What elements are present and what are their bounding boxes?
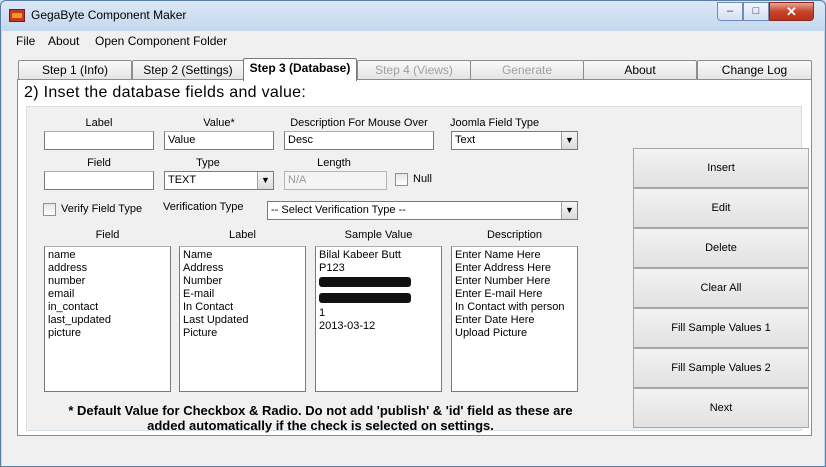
app-logo-icon bbox=[9, 9, 25, 22]
verify-field-type-label: Verify Field Type bbox=[61, 203, 143, 215]
redacted-value bbox=[319, 293, 411, 303]
database-tab-panel: 2) Inset the database fields and value: … bbox=[17, 79, 812, 436]
value-field-label: Value* bbox=[203, 117, 235, 129]
verification-type-select[interactable]: -- Select Verification Type -- ▼ bbox=[267, 201, 578, 220]
note-line-2: added automatically if the check is sele… bbox=[147, 418, 494, 433]
dropdown-arrow-icon: ▼ bbox=[257, 172, 273, 189]
list-item[interactable]: Last Updated bbox=[183, 314, 302, 327]
title-bar[interactable]: GegaByte Component Maker – □ ✕ bbox=[1, 1, 825, 31]
list-item[interactable]: E-mail bbox=[183, 288, 302, 301]
list-item[interactable]: Enter Name Here bbox=[455, 249, 574, 262]
page-title: 2) Inset the database fields and value: bbox=[24, 84, 307, 101]
joomla-field-type-value: Text bbox=[455, 134, 476, 146]
list-item[interactable]: Picture bbox=[183, 327, 302, 340]
description-list-header: Description bbox=[486, 229, 543, 241]
label-input[interactable] bbox=[44, 131, 154, 150]
menu-about[interactable]: About bbox=[48, 34, 79, 48]
minimize-icon: – bbox=[726, 5, 734, 17]
value-input[interactable]: Value bbox=[164, 131, 274, 150]
list-item[interactable]: In Contact with person bbox=[455, 301, 574, 314]
menu-file[interactable]: File bbox=[16, 34, 35, 48]
list-item[interactable] bbox=[319, 275, 438, 291]
joomla-field-type-label: Joomla Field Type bbox=[450, 117, 540, 129]
sample-list-header: Sample Value bbox=[344, 229, 413, 241]
type-select[interactable]: TEXT ▼ bbox=[164, 171, 274, 190]
label-field-label: Label bbox=[85, 117, 113, 129]
list-item[interactable]: P123 bbox=[319, 262, 438, 275]
insert-button[interactable]: Insert bbox=[633, 148, 809, 188]
maximize-icon: □ bbox=[752, 5, 760, 17]
list-item[interactable]: Enter Number Here bbox=[455, 275, 574, 288]
list-item[interactable]: Enter Address Here bbox=[455, 262, 574, 275]
next-button[interactable]: Next bbox=[633, 388, 809, 428]
minimize-button[interactable]: – bbox=[717, 2, 743, 21]
close-button[interactable]: ✕ bbox=[769, 2, 814, 21]
verify-field-type-checkbox[interactable] bbox=[43, 203, 56, 216]
label-listbox[interactable]: Name Address Number E-mail In Contact La… bbox=[179, 246, 306, 392]
list-item[interactable] bbox=[319, 291, 438, 307]
tab-change-log[interactable]: Change Log bbox=[697, 60, 812, 79]
list-item[interactable]: email bbox=[48, 288, 167, 301]
fill-sample-values-2-button[interactable]: Fill Sample Values 2 bbox=[633, 348, 809, 388]
settings-note: * Default Value for Checkbox & Radio. Do… bbox=[33, 403, 608, 433]
sample-value-listbox[interactable]: Bilal Kabeer Butt P123 1 2013-03-12 bbox=[315, 246, 442, 392]
label-list-header: Label bbox=[229, 229, 256, 241]
list-item[interactable]: number bbox=[48, 275, 167, 288]
list-item[interactable]: Enter E-mail Here bbox=[455, 288, 574, 301]
description-input[interactable]: Desc bbox=[284, 131, 434, 150]
fill-sample-values-1-button[interactable]: Fill Sample Values 1 bbox=[633, 308, 809, 348]
delete-button[interactable]: Delete bbox=[633, 228, 809, 268]
list-item[interactable]: Upload Picture bbox=[455, 327, 574, 340]
length-label: Length bbox=[317, 157, 351, 169]
tab-step1-info[interactable]: Step 1 (Info) bbox=[18, 60, 132, 79]
field-list-header: Field bbox=[95, 229, 120, 241]
list-item[interactable]: Address bbox=[183, 262, 302, 275]
edit-button[interactable]: Edit bbox=[633, 188, 809, 228]
list-item[interactable]: address bbox=[48, 262, 167, 275]
tab-step3-database[interactable]: Step 3 (Database) bbox=[243, 58, 357, 81]
list-item[interactable]: 1 bbox=[319, 307, 438, 320]
description-listbox[interactable]: Enter Name Here Enter Address Here Enter… bbox=[451, 246, 578, 392]
length-input[interactable]: N/A bbox=[284, 171, 387, 190]
window-title: GegaByte Component Maker bbox=[31, 8, 187, 22]
list-item[interactable]: last_updated bbox=[48, 314, 167, 327]
verification-type-label: Verification Type bbox=[163, 201, 244, 213]
clear-all-button[interactable]: Clear All bbox=[633, 268, 809, 308]
tab-step2-settings[interactable]: Step 2 (Settings) bbox=[132, 60, 244, 79]
list-item[interactable]: Number bbox=[183, 275, 302, 288]
field-name-label: Field bbox=[87, 157, 111, 169]
type-value: TEXT bbox=[168, 174, 197, 186]
tab-generate[interactable]: Generate bbox=[470, 60, 584, 79]
tab-step4-views[interactable]: Step 4 (Views) bbox=[357, 60, 471, 79]
field-listbox[interactable]: name address number email in_contact las… bbox=[44, 246, 171, 392]
dropdown-arrow-icon: ▼ bbox=[561, 132, 577, 149]
field-name-input[interactable] bbox=[44, 171, 154, 190]
client-area: Step 1 (Info) Step 2 (Settings) Step 3 (… bbox=[2, 51, 824, 466]
list-item[interactable]: In Contact bbox=[183, 301, 302, 314]
list-item[interactable]: 2013-03-12 bbox=[319, 320, 438, 333]
joomla-field-type-select[interactable]: Text ▼ bbox=[451, 131, 578, 150]
dropdown-arrow-icon: ▼ bbox=[561, 202, 577, 219]
description-field-label: Description For Mouse Over bbox=[290, 117, 428, 129]
list-item[interactable]: Name bbox=[183, 249, 302, 262]
app-window: GegaByte Component Maker – □ ✕ File Abou… bbox=[0, 0, 826, 467]
type-label: Type bbox=[196, 157, 220, 169]
null-label: Null bbox=[413, 173, 432, 185]
list-item[interactable]: picture bbox=[48, 327, 167, 340]
note-line-1: * Default Value for Checkbox & Radio. Do… bbox=[68, 403, 573, 418]
verification-type-value: -- Select Verification Type -- bbox=[271, 204, 406, 216]
list-item[interactable]: in_contact bbox=[48, 301, 167, 314]
menu-open-component-folder[interactable]: Open Component Folder bbox=[95, 34, 227, 48]
close-icon: ✕ bbox=[786, 4, 797, 19]
null-checkbox[interactable] bbox=[395, 173, 408, 186]
maximize-button[interactable]: □ bbox=[743, 2, 769, 21]
menu-bar: File About Open Component Folder bbox=[2, 31, 824, 51]
list-item[interactable]: Enter Date Here bbox=[455, 314, 574, 327]
list-item[interactable]: Bilal Kabeer Butt bbox=[319, 249, 438, 262]
redacted-value bbox=[319, 277, 411, 287]
list-item[interactable]: name bbox=[48, 249, 167, 262]
tab-about[interactable]: About bbox=[583, 60, 697, 79]
